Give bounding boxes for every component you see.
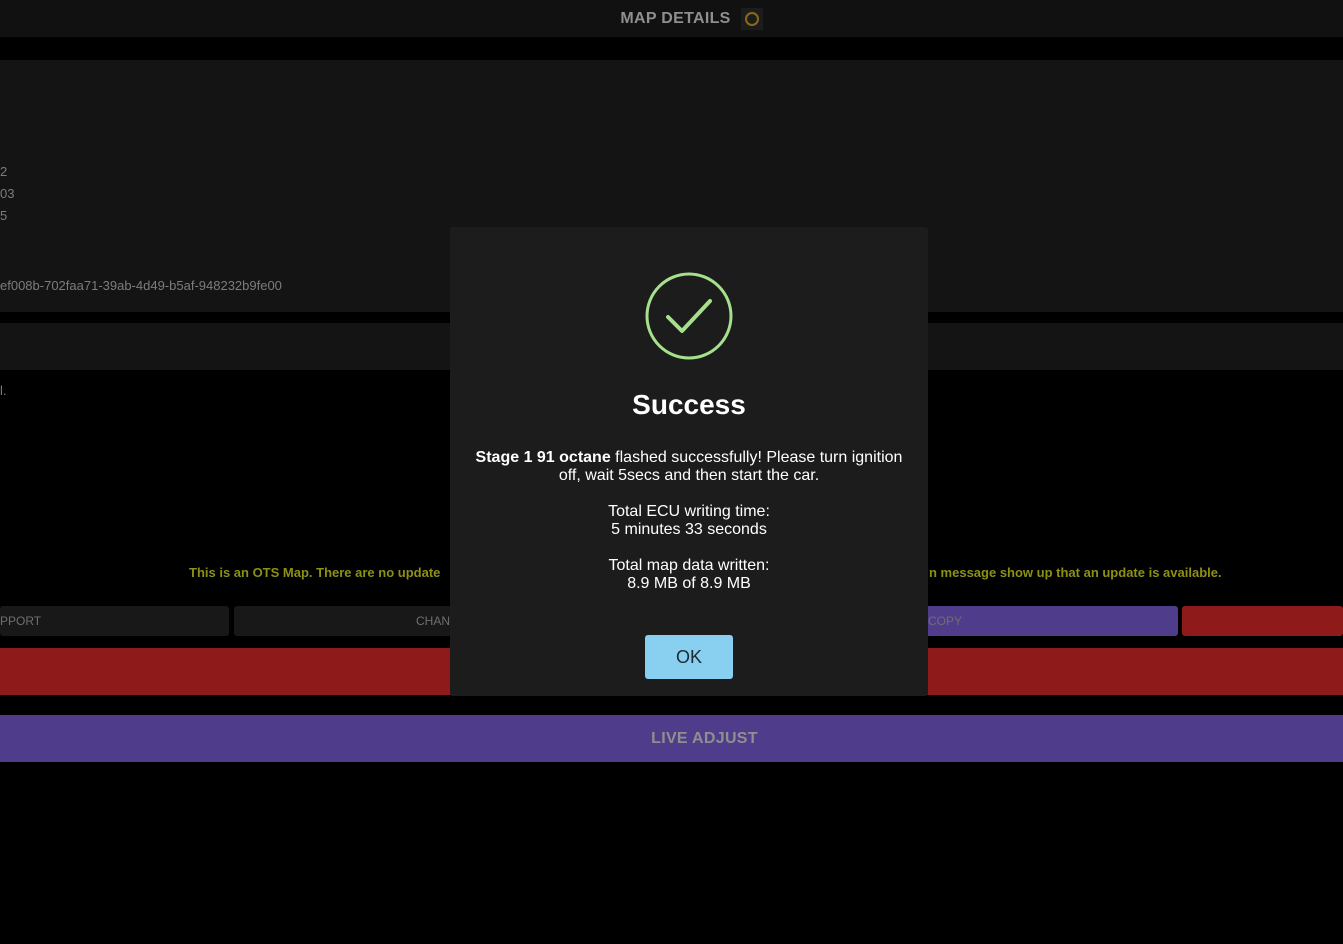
change-button[interactable]: CHAN <box>234 606 474 636</box>
data-written-value: 8.9 MB of 8.9 MB <box>627 575 751 592</box>
message-line-2: off, wait 5secs and then start the car. <box>558 467 820 484</box>
live-adjust-button[interactable]: LIVE ADJUST <box>0 715 1343 762</box>
dialog-title: Success <box>632 389 746 420</box>
copy-button[interactable]: COPY <box>906 606 1178 636</box>
detail-line-2: 03 <box>0 186 15 201</box>
writing-time-value: 5 minutes 33 seconds <box>611 521 767 538</box>
map-id: ef008b-702faa71-39ab-4d49-b5af-948232b9f… <box>0 278 282 293</box>
writing-time-stat: Total ECU writing time: 5 minutes 33 sec… <box>450 503 928 539</box>
support-button-label: PPORT <box>0 614 42 628</box>
detail-line-1: 2 <box>0 164 8 179</box>
ots-note-right: n message show up that an update is avai… <box>929 565 1222 580</box>
copy-button-label: COPY <box>928 614 963 628</box>
ok-button[interactable]: OK <box>645 635 733 679</box>
message-line-1: flashed successfully! Please turn igniti… <box>610 449 903 466</box>
change-button-label: CHAN <box>415 614 450 628</box>
header-bar: MAP DETAILS <box>0 0 1343 37</box>
data-written-stat: Total map data written: 8.9 MB of 8.9 MB <box>450 557 928 593</box>
dialog-message: Stage 1 91 octane flashed successfully! … <box>470 449 908 485</box>
loading-ring-icon[interactable] <box>740 7 763 30</box>
data-written-label: Total map data written: <box>608 557 770 574</box>
live-adjust-label: LIVE ADJUST <box>651 729 758 747</box>
ots-note-left: This is an OTS Map. There are no update <box>189 565 441 580</box>
red-action-button[interactable] <box>1182 606 1343 636</box>
writing-time-label: Total ECU writing time: <box>608 503 770 520</box>
support-button[interactable]: PPORT <box>0 606 229 636</box>
check-circle-icon <box>645 272 733 360</box>
map-name: Stage 1 91 octane <box>475 449 611 466</box>
success-dialog: Success Stage 1 91 octane flashed succes… <box>450 227 928 696</box>
small-note: l. <box>0 383 7 398</box>
app-page: MAP DETAILS 2 03 5 ef008b-702faa71-39ab-… <box>0 0 1343 944</box>
detail-line-3: 5 <box>0 208 8 223</box>
page-title: MAP DETAILS <box>620 9 731 27</box>
